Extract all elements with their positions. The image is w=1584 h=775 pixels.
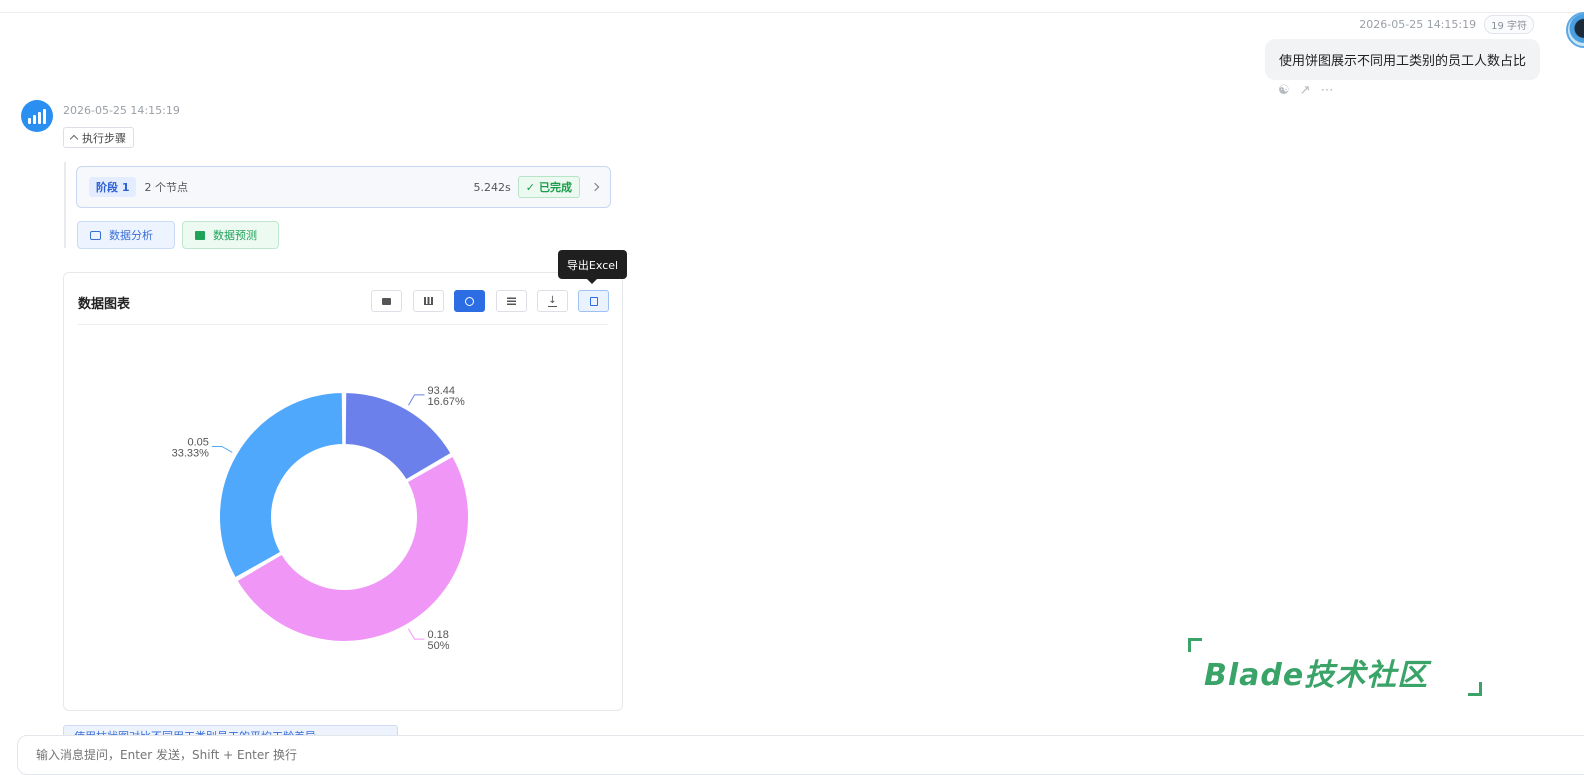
execution-steps-label: 执行步骤 bbox=[82, 131, 126, 145]
top-divider bbox=[0, 12, 1584, 13]
share-arrow-icon[interactable]: ↗ bbox=[1300, 83, 1311, 98]
execution-steps-toggle[interactable]: 执行步骤 bbox=[63, 127, 134, 148]
user-message-actions: ☯ ↗ ⋯ bbox=[1278, 83, 1334, 98]
user-avatar bbox=[1566, 12, 1584, 48]
stage-node-count: 2 个节点 bbox=[144, 181, 188, 194]
user-message-timestamp: 2026-05-25 14:15:19 bbox=[1359, 18, 1477, 31]
slice-percent-label: 16.67% bbox=[428, 396, 466, 408]
watermark-bracket-left bbox=[1188, 638, 1202, 652]
chart-image-icon bbox=[195, 230, 205, 240]
pie-slice[interactable] bbox=[218, 390, 345, 580]
chevron-right-icon[interactable] bbox=[590, 182, 600, 192]
more-icon[interactable]: ⋯ bbox=[1321, 83, 1334, 98]
slice-leader-line bbox=[211, 445, 233, 453]
headphones-icon[interactable]: ☯ bbox=[1278, 83, 1290, 98]
message-input[interactable] bbox=[36, 748, 636, 762]
stage-row[interactable]: 阶段 1 2 个节点 5.242s ✓ 已完成 bbox=[76, 166, 611, 208]
user-message-meta: 2026-05-25 14:15:19 19 字符 bbox=[1359, 15, 1534, 34]
char-count-badge: 19 字符 bbox=[1484, 15, 1534, 34]
slice-leader-line bbox=[408, 628, 425, 640]
export-excel-tooltip: 导出Excel bbox=[558, 250, 627, 284]
tool-data-analysis-label: 数据分析 bbox=[109, 229, 153, 242]
assistant-message-timestamp: 2026-05-25 14:15:19 bbox=[63, 104, 180, 117]
slice-percent-label: 50% bbox=[427, 640, 449, 652]
chat-icon bbox=[90, 230, 101, 240]
chart-card: 数据图表 ↓ 93.44 16.67% 0.18 50% 0.05 33.33% bbox=[63, 272, 623, 711]
chevron-up-icon bbox=[69, 134, 79, 144]
user-message-bubble: 使用饼图展示不同用工类别的员工人数占比 bbox=[1264, 39, 1540, 80]
watermark-bracket-right bbox=[1468, 682, 1482, 696]
pie-chart: 93.4416.67%0.1850%0.0533.33% bbox=[172, 385, 471, 652]
stage-duration: 5.242s bbox=[473, 180, 511, 194]
watermark-text: Blade技术社区 bbox=[1204, 658, 1429, 693]
slice-leader-line bbox=[408, 394, 425, 406]
tool-data-prediction[interactable]: 数据预测 bbox=[182, 221, 279, 249]
stage-status-badge: ✓ 已完成 bbox=[517, 176, 580, 198]
steps-timeline-line bbox=[64, 162, 66, 248]
check-icon: ✓ bbox=[525, 180, 535, 194]
watermark-logo: Blade技术社区 bbox=[1186, 636, 1486, 698]
slice-percent-label: 33.33% bbox=[172, 447, 210, 459]
stage-tag: 阶段 1 bbox=[89, 177, 137, 197]
stage-status-label: 已完成 bbox=[539, 181, 572, 194]
message-input-container[interactable] bbox=[17, 735, 1584, 775]
tool-data-prediction-label: 数据预测 bbox=[213, 229, 257, 242]
tool-data-analysis[interactable]: 数据分析 bbox=[77, 221, 175, 249]
assistant-avatar bbox=[21, 100, 53, 132]
